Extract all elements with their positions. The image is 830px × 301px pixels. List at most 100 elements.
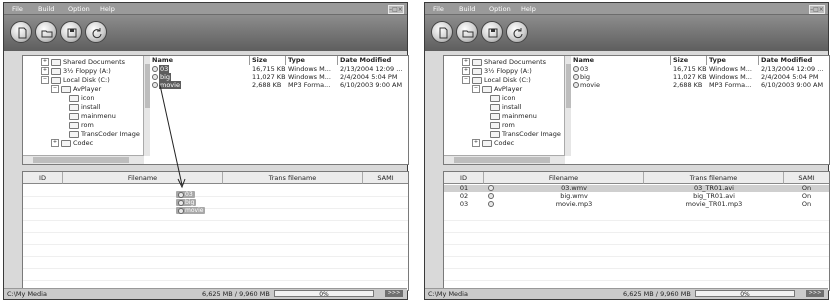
save-icon [488, 28, 498, 38]
file-type: MP3 Forma... [709, 81, 752, 89]
row-sami[interactable]: On [784, 201, 829, 208]
transcode-list[interactable]: ID Filename Trans filename SAMI 01 03.wm… [443, 171, 830, 291]
row-filename: 03.wmv [561, 184, 587, 192]
row-sami[interactable]: On [784, 185, 829, 192]
open-button[interactable] [456, 21, 478, 43]
media-file-icon [488, 201, 494, 207]
media-file-icon [488, 193, 494, 199]
row-id: 01 [459, 184, 469, 192]
col-sami[interactable]: SAMI [784, 172, 829, 184]
status-bar: C:\My Media 6,625 MB / 9,960 MB 0% >>> [425, 288, 828, 299]
table-row[interactable]: 01 03.wmv 03_TR01.avi On [444, 185, 829, 192]
col-name[interactable]: Name [571, 56, 671, 65]
toolbar [425, 15, 828, 51]
progress-bar: 0% [274, 290, 374, 298]
folder-icon [490, 121, 500, 129]
tree-item-local-disk[interactable]: − Local Disk (C:) [462, 76, 531, 84]
file-size: 11,027 KB [673, 73, 707, 81]
menu-help[interactable]: Help [521, 5, 536, 13]
folder-icon [482, 139, 492, 147]
new-icon [439, 27, 448, 39]
folder-icon [490, 112, 500, 120]
file-type: Windows M... [709, 65, 752, 73]
refresh-icon [513, 28, 523, 39]
floppy-icon [472, 67, 482, 75]
scroll-thumb[interactable] [454, 157, 550, 163]
tree-item-floppy[interactable]: +3½ Floppy (A:) [462, 67, 532, 75]
status-path: C:\My Media [7, 290, 47, 298]
media-file-icon [573, 74, 579, 80]
refresh-button[interactable] [506, 21, 528, 43]
tree-horizontal-scrollbar[interactable] [444, 155, 565, 164]
col-size[interactable]: Size [671, 56, 707, 65]
grid-line [444, 220, 829, 221]
row-trans-filename: movie_TR01.mp3 [685, 200, 743, 208]
tree-item-avplayer[interactable]: − AvPlayer [472, 85, 522, 93]
grid-line [444, 244, 829, 245]
tree-item-rom[interactable]: rom [490, 121, 515, 129]
progress-bar: 0% [695, 290, 795, 298]
file-modified: 6/10/2003 9:00 AM [761, 81, 824, 89]
window-controls[interactable]: –□× [809, 5, 825, 14]
status-disk-size: 6,625 MB / 9,960 MB [623, 290, 691, 298]
row-filename: big.wmv [560, 192, 588, 200]
app-window-after: File Build Option Help –□× + Shared Docum… [424, 2, 830, 300]
row-filename: movie.mp3 [555, 200, 593, 208]
tree-item-shared-documents[interactable]: + Shared Documents [462, 58, 546, 66]
tree-item-codec[interactable]: + Codec [472, 139, 514, 147]
save-button[interactable] [481, 21, 503, 43]
table-row[interactable]: 02 big.wmv big_TR01.avi On [444, 193, 829, 200]
file-row-movie[interactable]: movie [573, 81, 600, 89]
file-modified: 2/13/2004 12:09 ... [761, 65, 824, 73]
start-transcode-button[interactable]: >>> [806, 290, 824, 297]
new-button[interactable] [431, 21, 453, 43]
media-file-icon [573, 82, 579, 88]
app-window-before: File Build Option Help –□× + Shared Docum… [3, 2, 409, 300]
drag-item: big [176, 199, 197, 206]
drag-item: 03 [176, 191, 195, 198]
grid-line [444, 256, 829, 257]
row-id: 03 [459, 200, 469, 208]
status-path: C:\My Media [428, 290, 468, 298]
folder-tree[interactable]: + Shared Documents +3½ Floppy (A:) − Local… [443, 55, 573, 165]
drag-arrow [159, 84, 186, 189]
folder-icon [490, 94, 500, 102]
tree-item-transcoder-image[interactable]: TransCoder Image [490, 130, 561, 138]
start-transcode-button[interactable]: >>> [385, 290, 403, 297]
row-sami[interactable]: On [784, 193, 829, 200]
folder-icon [462, 30, 474, 38]
folder-icon [472, 58, 482, 66]
folder-icon [490, 130, 500, 138]
file-list[interactable]: Name Size Type Date Modified 03 16,715 K… [571, 55, 830, 165]
tree-item-icon[interactable]: icon [490, 94, 515, 102]
folder-icon [490, 103, 500, 111]
menu-option[interactable]: Option [489, 5, 511, 13]
row-trans-filename: big_TR01.avi [693, 192, 735, 200]
file-size: 2,688 KB [673, 81, 703, 89]
media-file-icon [178, 191, 184, 198]
disk-icon [472, 76, 482, 84]
col-id[interactable]: ID [444, 172, 484, 184]
file-size: 16,715 KB [673, 65, 707, 73]
menu-file[interactable]: File [433, 5, 444, 13]
col-filename[interactable]: Filename [484, 172, 644, 184]
tree-item-install[interactable]: install [490, 103, 521, 111]
grid-line [444, 280, 829, 281]
grid-line [444, 232, 829, 233]
table-row[interactable]: 03 movie.mp3 movie_TR01.mp3 On [444, 201, 829, 208]
file-row-03[interactable]: 03 [573, 65, 588, 73]
col-trans-filename[interactable]: Trans filename [644, 172, 784, 184]
file-modified: 2/4/2004 5:04 PM [761, 73, 819, 81]
file-row-big[interactable]: big [573, 73, 590, 81]
drag-item: movie [176, 207, 206, 214]
tree-item-mainmenu[interactable]: mainmenu [490, 112, 537, 120]
menu-build[interactable]: Build [459, 5, 475, 13]
file-type: Windows M... [709, 73, 752, 81]
media-file-icon [488, 185, 494, 191]
col-type[interactable]: Type [707, 56, 759, 65]
menu-bar: File Build Option Help –□× [425, 3, 828, 15]
grid-line [444, 268, 829, 269]
col-modified[interactable]: Date Modified [759, 56, 829, 65]
status-bar: C:\My Media 6,625 MB / 9,960 MB 0% >>> [4, 288, 407, 299]
media-file-icon [178, 199, 184, 206]
